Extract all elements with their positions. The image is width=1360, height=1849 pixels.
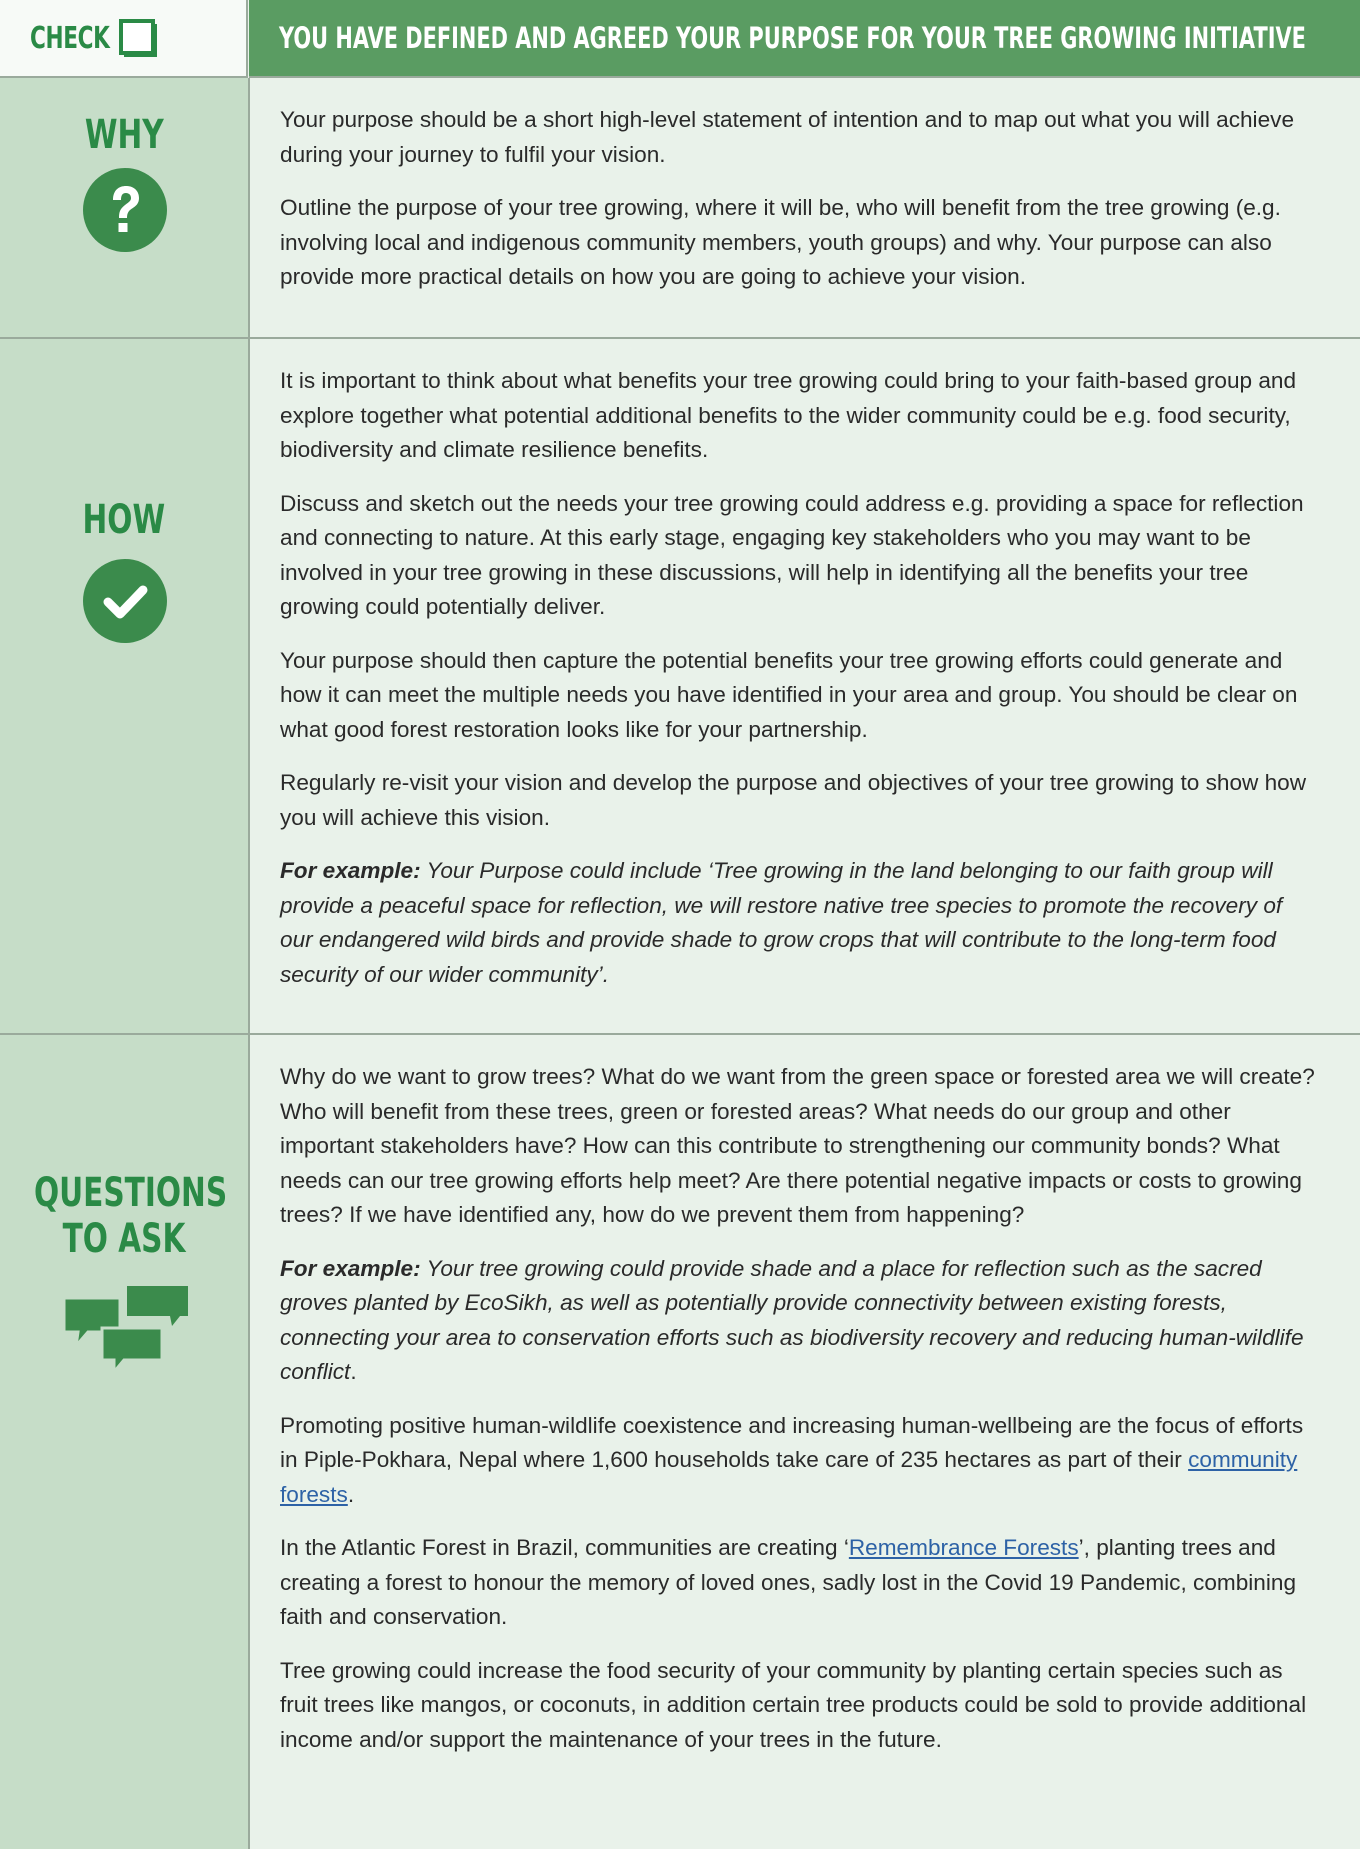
page: CHECK YOU HAVE DEFINED AND AGREED YOUR P… <box>0 0 1360 1849</box>
how-paragraph: Discuss and sketch out the needs your tr… <box>280 490 1304 620</box>
how-example: For example: Your Purpose could include … <box>280 854 1320 992</box>
paragraph-text: . <box>347 1481 355 1507</box>
why-content: Your purpose should be a short high-leve… <box>250 78 1360 337</box>
questions-paragraph: Promoting positive human-wildlife coexis… <box>280 1409 1320 1513</box>
questions-section: QUESTIONS TO ASK Why do we want to grow t… <box>0 1035 1360 1849</box>
example-end: . <box>350 1359 357 1384</box>
paragraph-text: In the Atlantic Forest in Brazil, commun… <box>280 1535 849 1560</box>
checkmark-icon <box>83 559 167 643</box>
check-label: CHECK <box>30 20 110 56</box>
example-text: Your Purpose could include ‘Tree growing… <box>280 858 1283 987</box>
why-label: WHY <box>84 112 164 158</box>
example-lead: For example: <box>280 858 421 883</box>
how-label-cell: HOW <box>0 339 250 1033</box>
why-label-cell: WHY <box>0 78 250 337</box>
why-paragraph: Outline the purpose of your tree growing… <box>280 195 1281 289</box>
how-paragraph: Regularly re-visit your vision and devel… <box>280 770 1307 830</box>
why-section: WHY Your purpose should be a short high-… <box>0 78 1360 339</box>
questions-example: For example: Your tree growing could pro… <box>280 1252 1320 1390</box>
example-lead: For example: <box>280 1255 421 1281</box>
questions-label-cell: QUESTIONS TO ASK <box>0 1035 250 1849</box>
how-section: HOW It is important to think about what … <box>0 339 1360 1035</box>
questions-paragraph: In the Atlantic Forest in Brazil, commun… <box>280 1531 1320 1635</box>
checkbox-icon[interactable] <box>118 18 158 58</box>
how-label: HOW <box>82 497 166 543</box>
question-icon <box>83 168 167 252</box>
questions-label: QUESTIONS TO ASK <box>33 1170 228 1262</box>
questions-content: Why do we want to grow trees? What do we… <box>250 1035 1360 1849</box>
page-title: YOU HAVE DEFINED AND AGREED YOUR PURPOSE… <box>279 21 1306 55</box>
header-title-bar: YOU HAVE DEFINED AND AGREED YOUR PURPOSE… <box>249 0 1360 78</box>
speech-bubbles-icon <box>62 1286 188 1374</box>
how-paragraph: It is important to think about what bene… <box>280 368 1297 462</box>
remembrance-forests-link[interactable]: Remembrance Forests <box>849 1535 1079 1560</box>
check-cell: CHECK <box>0 0 248 78</box>
paragraph-text: Promoting positive human-wildlife coexis… <box>280 1412 1304 1473</box>
example-text: Your tree growing could provide shade an… <box>280 1255 1304 1385</box>
questions-paragraph: Tree growing could increase the food sec… <box>280 1657 1307 1752</box>
how-content: It is important to think about what bene… <box>250 339 1360 1033</box>
how-paragraph: Your purpose should then capture the pot… <box>280 647 1298 742</box>
why-paragraph: Your purpose should be a short high-leve… <box>280 107 1295 167</box>
questions-paragraph: Why do we want to grow trees? What do we… <box>280 1064 1315 1227</box>
header: CHECK YOU HAVE DEFINED AND AGREED YOUR P… <box>0 0 1360 78</box>
